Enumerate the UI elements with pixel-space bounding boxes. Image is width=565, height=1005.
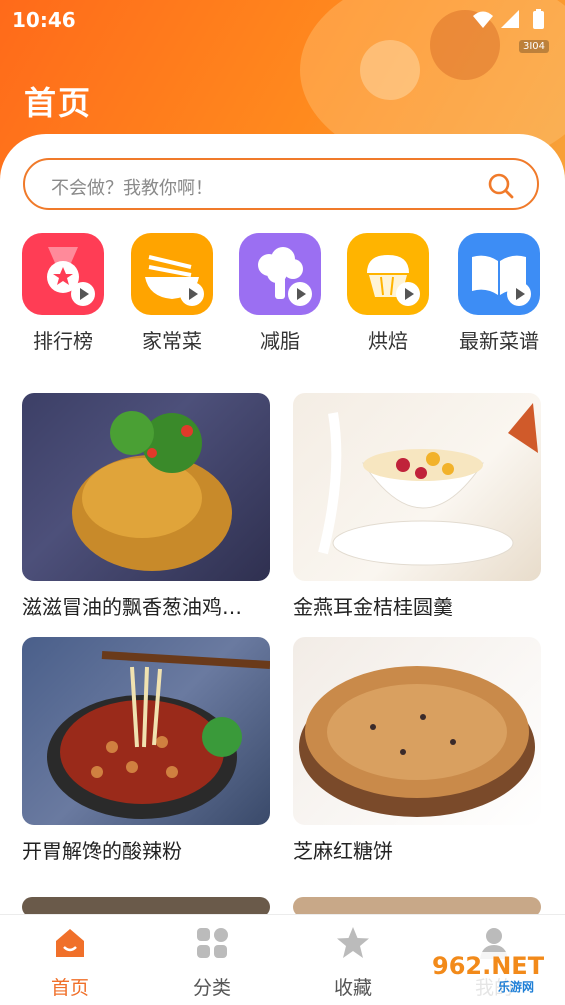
play-badge-icon [180, 282, 204, 306]
recipe-title: 开胃解馋的酸辣粉 [22, 839, 182, 863]
tab-label: 分类 [192, 977, 231, 999]
recipe-image[interactable] [22, 637, 270, 825]
play-badge-icon [507, 282, 531, 306]
category-baking[interactable]: 烘焙 [340, 233, 436, 354]
tab-label: 收藏 [333, 977, 372, 999]
recipe-card[interactable]: 金燕耳金桔桂圆羹 [293, 393, 541, 620]
broccoli-icon [239, 233, 321, 315]
category-label: 减脂 [260, 329, 300, 353]
play-badge-icon [288, 282, 312, 306]
recipe-card[interactable]: 开胃解馋的酸辣粉 [22, 637, 270, 864]
category-ranking[interactable]: 排行榜 [15, 233, 111, 354]
recipe-card[interactable]: 滋滋冒油的飘香葱油鸡… [22, 393, 270, 620]
category-label: 家常菜 [142, 329, 202, 353]
search-icon[interactable] [487, 172, 515, 200]
category-fat-loss[interactable]: 减脂 [232, 233, 328, 354]
recipe-title: 芝麻红糖饼 [293, 839, 393, 863]
category-label: 烘焙 [368, 329, 408, 353]
category-home-cooking[interactable]: 家常菜 [124, 233, 220, 354]
watermark-subtext: 乐游网 [498, 980, 535, 994]
cupcake-icon [347, 233, 429, 315]
recipe-title: 滋滋冒油的飘香葱油鸡… [22, 595, 242, 619]
search-bar[interactable]: 不会做？我教你啊！ [23, 158, 539, 210]
tab-favorites[interactable]: 收藏 [303, 925, 403, 1000]
play-badge-icon [396, 282, 420, 306]
watermark-text: 962.NET [432, 952, 545, 980]
tab-label: 首页 [50, 977, 89, 999]
food-decoration [360, 40, 420, 100]
page-title: 首页 [24, 84, 93, 122]
tab-category[interactable]: 分类 [162, 925, 262, 1000]
battery-icon [533, 11, 544, 29]
wifi-icon [473, 11, 493, 28]
recipe-image[interactable] [293, 393, 541, 581]
medal-icon [22, 233, 104, 315]
status-bar: 10:46 [0, 0, 565, 40]
noodle-bowl-icon [131, 233, 213, 315]
category-label: 最新菜谱 [459, 329, 539, 353]
recipe-image[interactable] [22, 393, 270, 581]
recipe-image[interactable] [293, 637, 541, 825]
status-icons [473, 9, 544, 29]
grid-icon [197, 928, 228, 958]
play-badge-icon [71, 282, 95, 306]
watermark-logo: 962.NET 乐游网 [428, 952, 558, 998]
recipe-card[interactable]: 芝麻红糖饼 [293, 637, 541, 864]
home-icon [56, 929, 84, 957]
recipe-book-icon [458, 233, 540, 315]
recipe-title: 金燕耳金桔桂圆羹 [293, 595, 453, 619]
signal-icon [501, 10, 519, 28]
search-input[interactable]: 不会做？我教你啊！ [51, 174, 213, 200]
network-speed-badge: 3I04 [518, 40, 549, 53]
tab-home[interactable]: 首页 [20, 925, 120, 1000]
status-time: 10:46 [12, 8, 76, 32]
star-icon [337, 927, 369, 958]
category-latest-recipes[interactable]: 最新菜谱 [451, 233, 547, 354]
category-label: 排行榜 [33, 329, 93, 353]
